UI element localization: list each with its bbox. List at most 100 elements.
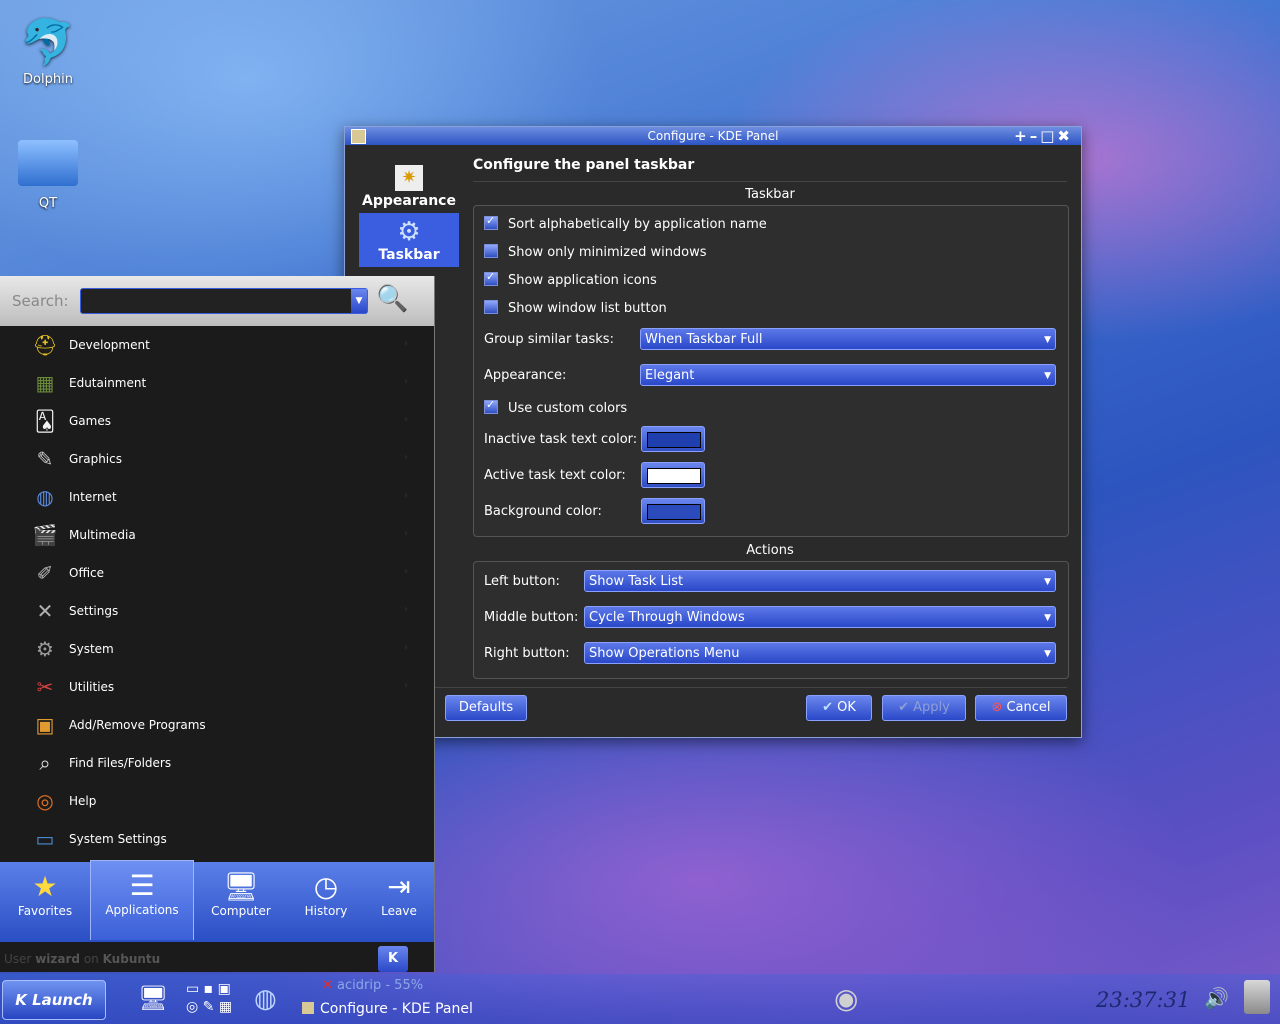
trash-icon[interactable]	[1244, 980, 1270, 1014]
middle-button-label: Middle button:	[484, 610, 579, 625]
globe-icon[interactable]: ◍	[254, 984, 277, 1014]
menu-item-label: Settings	[69, 604, 119, 618]
menu-item-label: Graphics	[69, 452, 122, 466]
inactive-color-button[interactable]	[641, 426, 705, 452]
group-tasks-label: Group similar tasks:	[484, 332, 614, 347]
desktop-icon-qt[interactable]: QT	[0, 140, 96, 211]
right-button-select[interactable]: Show Operations Menu ▼	[584, 642, 1056, 664]
menu-item-utilities[interactable]: ✂ Utilities ›	[28, 670, 408, 708]
menu-item-system-settings[interactable]: ▭ System Settings	[28, 822, 408, 860]
menu-item-graphics[interactable]: ✎ Graphics ›	[28, 442, 408, 480]
appearance-select[interactable]: Elegant ▼	[640, 364, 1056, 386]
ok-label: OK	[837, 700, 856, 715]
tab-leave[interactable]: ⇥ Leave	[364, 862, 434, 940]
tab-label: Favorites	[17, 904, 73, 918]
left-button-select[interactable]: Show Task List ▼	[584, 570, 1056, 592]
defaults-button[interactable]: Defaults	[445, 695, 527, 721]
menu-item-games[interactable]: 🂡 Games ›	[28, 404, 408, 442]
apply-button[interactable]: ✔ Apply	[882, 695, 966, 721]
menu-item-label: Find Files/Folders	[69, 756, 172, 770]
color-swatch	[647, 504, 701, 520]
nav-item-taskbar[interactable]: ⚙ Taskbar	[359, 213, 459, 267]
select-value: Show Task List	[589, 574, 684, 589]
nav-label: Appearance	[362, 193, 456, 209]
appearance-icon: ✷	[395, 165, 423, 191]
nav-label: Taskbar	[378, 247, 440, 263]
checkbox-box[interactable]	[484, 214, 498, 230]
apply-label: Apply	[913, 700, 950, 715]
menu-item-internet[interactable]: ◍ Internet ›	[28, 480, 408, 518]
checkbox-label: Show application icons	[508, 273, 657, 288]
chevron-right-icon: ›	[404, 452, 408, 463]
task-configure-panel[interactable]: Configure - KDE Panel	[302, 1001, 473, 1017]
desktop-preview-icon[interactable]: 🖥	[138, 984, 168, 1012]
only-minimized-checkbox[interactable]: Show only minimized windows	[484, 244, 707, 260]
menu-item-find-files[interactable]: ⌕ Find Files/Folders	[28, 746, 408, 784]
tab-history[interactable]: ◷ History	[288, 862, 364, 940]
quicklaunch-icons[interactable]: ▭ ▪ ▣ ◎ ✎ ▦	[186, 980, 246, 1016]
clock-icon: ◷	[313, 870, 339, 903]
chevron-right-icon: ›	[404, 604, 408, 615]
clock[interactable]: 23:37:31	[1096, 988, 1190, 1012]
menu-item-edutainment[interactable]: ▦ Edutainment ›	[28, 366, 408, 404]
tab-label: Applications	[105, 903, 179, 917]
show-icons-checkbox[interactable]: Show application icons	[484, 270, 657, 288]
window-app-icon[interactable]	[351, 129, 366, 144]
middle-button-select[interactable]: Cycle Through Windows ▼	[584, 606, 1056, 628]
menu-item-system[interactable]: ⚙ System ›	[28, 632, 408, 670]
chevron-down-icon: ▼	[1044, 649, 1051, 659]
custom-colors-checkbox[interactable]: Use custom colors	[484, 398, 627, 416]
chalkboard-icon: ▦	[35, 371, 55, 395]
list-icon: ☰	[129, 869, 155, 902]
chevron-right-icon: ›	[404, 528, 408, 539]
background-color-button[interactable]	[641, 498, 705, 524]
checkbox-box[interactable]	[484, 300, 498, 314]
menu-item-development[interactable]: ⛑ Development ›	[28, 328, 408, 366]
checkbox-label: Show only minimized windows	[508, 245, 707, 260]
pencil-cup-icon: ✐	[36, 561, 54, 585]
menu-item-office[interactable]: ✐ Office ›	[28, 556, 408, 594]
speaker-icon[interactable]: 🔊	[1204, 986, 1229, 1010]
menu-item-help[interactable]: ◎ Help	[28, 784, 408, 822]
menu-item-multimedia[interactable]: 🎬 Multimedia ›	[28, 518, 408, 556]
nav-item-appearance[interactable]: ✷ Appearance	[359, 161, 459, 213]
launch-button[interactable]: K Launch	[2, 980, 106, 1020]
dialog-title: Configure - KDE Panel	[647, 129, 779, 143]
check-icon: ✔	[898, 700, 914, 715]
dvd-icon[interactable]: ◉	[834, 982, 858, 1015]
appearance-label: Appearance:	[484, 368, 567, 383]
user-info: User wizard on Kubuntu	[4, 952, 160, 966]
checkbox-box[interactable]	[484, 244, 498, 258]
minimize-icon[interactable]: –	[1030, 127, 1041, 145]
task-acidrip[interactable]: ✕ acidrip - 55%	[322, 978, 423, 993]
menu-item-label: Help	[69, 794, 97, 808]
ok-button[interactable]: ✔ OK	[806, 695, 872, 721]
pin-icon[interactable]: +	[1014, 127, 1030, 145]
tab-favorites[interactable]: ★ Favorites	[0, 862, 90, 940]
tab-label: Leave	[381, 904, 417, 918]
tab-computer[interactable]: 🖥 Computer	[194, 862, 288, 940]
chevron-down-icon[interactable]: ▼	[351, 289, 367, 313]
dialog-titlebar[interactable]: Configure - KDE Panel +–□✖	[345, 127, 1081, 145]
sort-alpha-checkbox[interactable]: Sort alphabetically by application name	[484, 214, 767, 232]
desktop-icon-dolphin[interactable]: 🐬 Dolphin	[0, 16, 96, 87]
user-on: on	[83, 952, 99, 966]
cancel-button[interactable]: ⊗ Cancel	[975, 695, 1067, 721]
close-icon[interactable]: ✖	[1057, 127, 1073, 145]
maximize-icon[interactable]: □	[1040, 127, 1057, 145]
checkbox-label: Show window list button	[508, 301, 667, 316]
menu-item-add-remove-programs[interactable]: ▣ Add/Remove Programs	[28, 708, 408, 746]
checkbox-box[interactable]	[484, 270, 498, 286]
group-tasks-select[interactable]: When Taskbar Full ▼	[640, 328, 1056, 350]
chevron-down-icon: ▼	[1044, 577, 1051, 587]
user-prefix: User	[4, 952, 32, 966]
desktop-icon-label: Dolphin	[23, 72, 73, 87]
window-list-button-checkbox[interactable]: Show window list button	[484, 300, 667, 316]
tab-applications[interactable]: ☰ Applications	[90, 860, 194, 940]
select-value: Show Operations Menu	[589, 646, 740, 661]
active-color-button[interactable]	[641, 462, 705, 488]
task-label: Configure - KDE Panel	[320, 1001, 473, 1017]
checkbox-box[interactable]	[484, 398, 498, 414]
search-input[interactable]: ▼	[80, 288, 368, 314]
menu-item-settings[interactable]: ✕ Settings ›	[28, 594, 408, 632]
